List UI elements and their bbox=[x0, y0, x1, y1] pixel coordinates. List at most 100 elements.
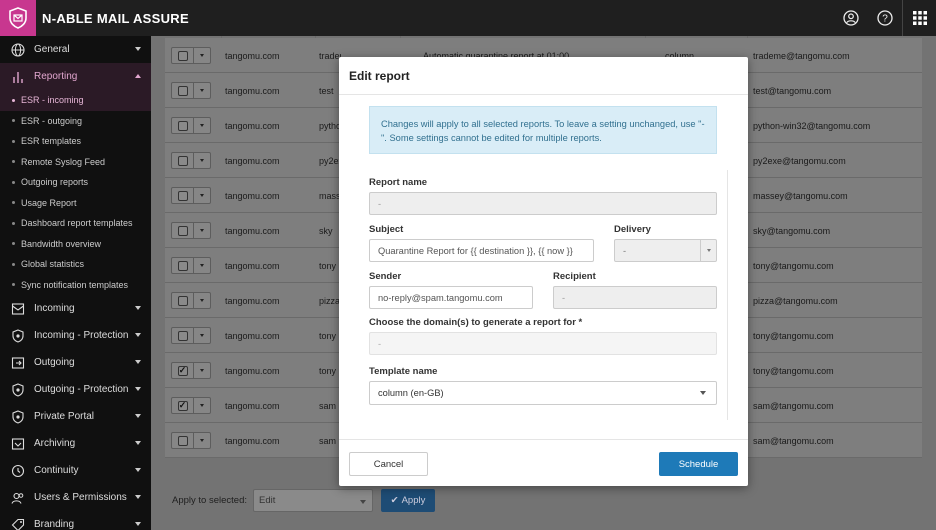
sidebar-subitem[interactable]: Bandwidth overview bbox=[0, 234, 151, 255]
checkbox-box bbox=[177, 190, 188, 201]
checkbox-box bbox=[177, 435, 188, 446]
users-icon bbox=[10, 490, 26, 506]
row-dropdown-toggle[interactable] bbox=[194, 48, 210, 63]
row-select-control[interactable] bbox=[171, 222, 211, 239]
row-dropdown-toggle[interactable] bbox=[194, 153, 210, 168]
cell-email: python-win32@tangomu.com bbox=[753, 121, 871, 131]
help-button[interactable]: ? bbox=[868, 0, 902, 36]
row-dropdown-toggle[interactable] bbox=[194, 363, 210, 378]
sidebar-item-private-portal[interactable]: Private Portal bbox=[0, 403, 151, 430]
sidebar-subitem[interactable]: Sync notification templates bbox=[0, 275, 151, 296]
template-select[interactable]: column (en-GB) bbox=[369, 381, 717, 405]
sender-field[interactable]: no-reply@spam.tangomu.com bbox=[369, 286, 533, 309]
sidebar-subitem[interactable]: Usage Report bbox=[0, 193, 151, 214]
row-checkbox[interactable] bbox=[172, 223, 194, 238]
shield-icon bbox=[10, 382, 26, 398]
row-dropdown-toggle[interactable] bbox=[194, 188, 210, 203]
row-dropdown-toggle[interactable] bbox=[194, 118, 210, 133]
sidebar-subitem[interactable]: ESR - incoming bbox=[0, 90, 151, 111]
sidebar-item-incoming-protection[interactable]: Incoming - Protection bbox=[0, 322, 151, 349]
delivery-select[interactable]: - bbox=[614, 239, 717, 262]
cell-name: python bbox=[319, 121, 341, 131]
row-checkbox[interactable]: ✓ bbox=[172, 398, 194, 413]
cell-domain: tangomu.com bbox=[225, 296, 280, 306]
row-dropdown-toggle[interactable] bbox=[194, 328, 210, 343]
sidebar-item-label: General bbox=[34, 44, 70, 55]
row-checkbox[interactable] bbox=[172, 293, 194, 308]
sidebar-item-general[interactable]: General bbox=[0, 36, 151, 63]
row-checkbox[interactable] bbox=[172, 188, 194, 203]
row-select-control[interactable] bbox=[171, 292, 211, 309]
chevron-down-icon bbox=[135, 306, 141, 310]
row-select-control[interactable] bbox=[171, 82, 211, 99]
row-checkbox[interactable] bbox=[172, 153, 194, 168]
apps-button[interactable] bbox=[902, 0, 936, 36]
row-checkbox[interactable] bbox=[172, 118, 194, 133]
scroll-track[interactable] bbox=[727, 170, 728, 420]
subject-field[interactable]: Quarantine Report for {{ destination }},… bbox=[369, 239, 594, 262]
sidebar-item-outgoing-protection[interactable]: Outgoing - Protection bbox=[0, 376, 151, 403]
apply-button[interactable]: ✔ Apply bbox=[381, 489, 435, 512]
sidebar-item-label: Incoming bbox=[34, 303, 75, 314]
subject-label: Subject bbox=[369, 224, 404, 235]
globe-icon bbox=[10, 42, 26, 58]
sidebar-item-outgoing[interactable]: Outgoing bbox=[0, 349, 151, 376]
recipient-field[interactable]: - bbox=[553, 286, 717, 309]
apply-action-select[interactable]: Edit bbox=[253, 489, 373, 512]
domains-field[interactable]: - bbox=[369, 332, 717, 355]
row-dropdown-toggle[interactable] bbox=[194, 258, 210, 273]
checkbox-box bbox=[177, 50, 188, 61]
checkbox-box bbox=[177, 330, 188, 341]
sidebar-subitem[interactable]: Global statistics bbox=[0, 254, 151, 275]
row-select-control[interactable] bbox=[171, 117, 211, 134]
sidebar-item-reporting[interactable]: Reporting bbox=[0, 63, 151, 90]
sidebar-subitem[interactable]: ESR - outgoing bbox=[0, 111, 151, 132]
report-name-field[interactable]: - bbox=[369, 192, 717, 215]
row-checkbox[interactable] bbox=[172, 258, 194, 273]
cell-name: py2exe bbox=[319, 156, 341, 166]
sidebar-subitem[interactable]: Outgoing reports bbox=[0, 172, 151, 193]
sidebar-item-users-permissions[interactable]: Users & Permissions bbox=[0, 484, 151, 511]
sidebar: General Reporting ESR - incoming ESR - ou… bbox=[0, 36, 151, 530]
row-select-control[interactable] bbox=[171, 432, 211, 449]
cell-name: trademe bbox=[319, 51, 341, 61]
row-select-control[interactable] bbox=[171, 327, 211, 344]
row-dropdown-toggle[interactable] bbox=[194, 293, 210, 308]
row-select-control[interactable] bbox=[171, 152, 211, 169]
cell-domain: tangomu.com bbox=[225, 366, 280, 376]
schedule-button[interactable]: Schedule bbox=[659, 452, 738, 476]
sidebar-item-archiving[interactable]: Archiving bbox=[0, 430, 151, 457]
user-button[interactable] bbox=[834, 0, 868, 36]
row-dropdown-toggle[interactable] bbox=[194, 433, 210, 448]
row-dropdown-toggle[interactable] bbox=[194, 398, 210, 413]
sidebar-item-label: Branding bbox=[34, 519, 75, 530]
app-logo[interactable] bbox=[0, 0, 36, 36]
row-checkbox[interactable] bbox=[172, 48, 194, 63]
sidebar-item-branding[interactable]: Branding bbox=[0, 511, 151, 530]
sidebar-subitem[interactable]: Remote Syslog Feed bbox=[0, 152, 151, 173]
row-checkbox[interactable]: ✓ bbox=[172, 363, 194, 378]
sidebar-item-continuity[interactable]: Continuity bbox=[0, 457, 151, 484]
inbox-icon bbox=[10, 301, 26, 317]
sidebar-item-label: Outgoing - Protection bbox=[34, 384, 129, 395]
chevron-down-icon bbox=[135, 47, 141, 51]
chevron-down-icon bbox=[135, 468, 141, 472]
apply-label: Apply to selected: bbox=[172, 495, 247, 506]
sidebar-subitem[interactable]: Dashboard report templates bbox=[0, 213, 151, 234]
cell-email: tony@tangomu.com bbox=[753, 261, 834, 271]
row-checkbox[interactable] bbox=[172, 83, 194, 98]
row-dropdown-toggle[interactable] bbox=[194, 83, 210, 98]
row-select-control[interactable] bbox=[171, 187, 211, 204]
row-select-control[interactable] bbox=[171, 47, 211, 64]
row-checkbox[interactable] bbox=[172, 328, 194, 343]
row-checkbox[interactable] bbox=[172, 433, 194, 448]
cell-name: tony bbox=[319, 366, 337, 376]
sidebar-subitem[interactable]: ESR templates bbox=[0, 131, 151, 152]
cell-name: tony bbox=[319, 331, 337, 341]
sidebar-item-incoming[interactable]: Incoming bbox=[0, 295, 151, 322]
row-dropdown-toggle[interactable] bbox=[194, 223, 210, 238]
row-select-control[interactable]: ✓ bbox=[171, 397, 211, 414]
cancel-button[interactable]: Cancel bbox=[349, 452, 428, 476]
row-select-control[interactable] bbox=[171, 257, 211, 274]
row-select-control[interactable]: ✓ bbox=[171, 362, 211, 379]
